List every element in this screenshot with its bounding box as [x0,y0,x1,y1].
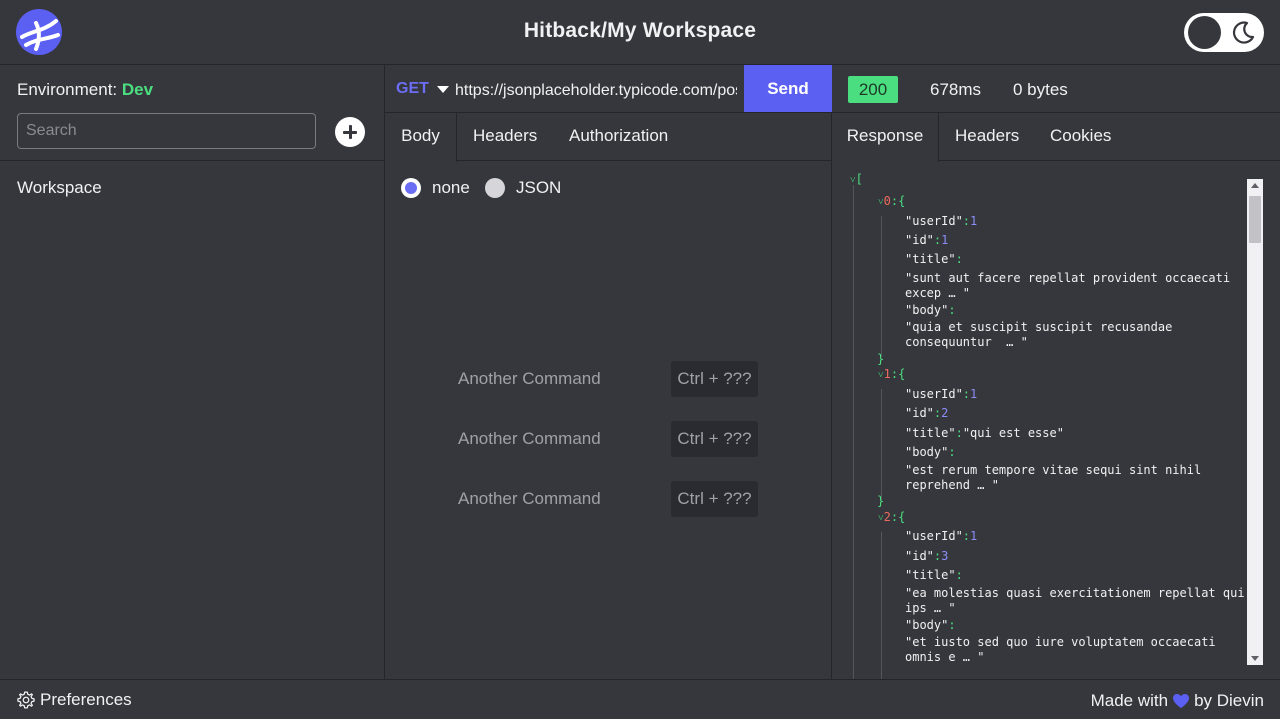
status-badge: 200 [848,76,898,103]
radio-unselected-icon[interactable] [485,178,505,198]
json-line: "id":3 [905,549,949,563]
tree-guide [881,389,882,500]
search-input[interactable] [17,113,316,149]
json-line: "userId":1 [905,387,978,401]
tab-response[interactable]: Response [832,113,939,162]
json-line: "title":"qui est esse" [905,426,1064,440]
request-panel: GET Send Body Headers Authorization none… [385,65,832,679]
json-line: excep … " [905,286,971,300]
shortcut-badge: Ctrl + ??? [671,481,758,517]
add-button[interactable] [335,117,365,147]
json-item-0-open[interactable]: ˅0:{ [878,193,905,210]
json-line: "ea molestias quasi exercitationem repel… [905,586,1245,600]
toggle-knob [1188,16,1221,49]
radio-selected-icon[interactable] [401,178,421,198]
scrollbar[interactable] [1247,179,1263,665]
tree-guide [881,532,882,679]
sidebar-item-workspace[interactable]: Workspace [17,178,102,198]
tab-response-headers[interactable]: Headers [955,113,1019,161]
json-line: "userId":1 [905,214,978,228]
shortcut-badge: Ctrl + ??? [671,361,758,397]
preferences-label: Preferences [40,690,132,709]
scroll-down-icon[interactable] [1251,656,1259,661]
json-line: consequuntur … " [905,335,1028,349]
json-line: "body": [905,445,956,459]
json-root-open[interactable]: ˅[ [850,171,863,188]
json-line: "title": [905,568,963,582]
json-viewer[interactable]: ˅[ ˅0:{ "userId":1 "id":1 "title": "sunt… [832,161,1280,679]
scroll-up-icon[interactable] [1251,183,1259,188]
credits-prefix: Made with [1090,691,1169,710]
environment-label: Environment: [17,80,118,99]
json-item-2-open[interactable]: ˅2:{ [878,509,905,526]
json-line: "body": [905,303,956,317]
json-line: } [877,494,885,508]
json-line: "userId":1 [905,529,978,543]
json-line: "body": [905,618,956,632]
radio-label: JSON [516,178,562,197]
moon-icon [1232,21,1255,44]
shortcut-badge: Ctrl + ??? [671,421,758,457]
json-line: reprehend … " [905,478,999,492]
chevron-down-icon[interactable] [437,86,449,93]
credits: Made with by Dievin [1091,691,1264,711]
body-type-json[interactable]: JSON [485,177,561,199]
command-label: Another Command [458,489,601,508]
url-input[interactable] [455,75,737,103]
tab-headers[interactable]: Headers [473,113,537,161]
divider [0,160,385,161]
preferences-button[interactable]: Preferences [16,690,132,710]
json-line: "id":2 [905,406,949,420]
tree-guide [853,185,854,679]
json-line: "id":1 [905,233,949,247]
request-tabs: Body Headers Authorization [385,112,831,162]
theme-toggle[interactable] [1184,13,1264,52]
tab-cookies[interactable]: Cookies [1050,113,1111,161]
tree-guide [881,216,882,357]
page-title: Hitback/My Workspace [523,19,757,42]
sidebar: Environment: Dev Workspace [0,65,385,679]
response-size: 0 bytes [1013,80,1068,99]
scroll-thumb[interactable] [1249,196,1261,243]
footer: Preferences Made with by Dievin [0,679,1280,719]
tab-body[interactable]: Body [385,113,457,162]
gear-icon [17,691,35,709]
body-type-none[interactable]: none [401,177,470,199]
json-line: ips … " [905,601,956,615]
command-hint: Another Command Ctrl + ??? [458,421,758,457]
json-item-1-open[interactable]: ˅1:{ [878,366,905,383]
app-window: Hitback/My Workspace Environment: Dev Wo… [0,0,1280,719]
response-panel: 200 678ms 0 bytes Response Headers Cooki… [832,65,1280,679]
environment-line[interactable]: Environment: Dev [17,80,153,100]
credits-suffix: by Dievin [1194,691,1264,710]
command-hint: Another Command Ctrl + ??? [458,481,758,517]
response-tabs: Response Headers Cookies [832,112,1280,162]
json-line: "title": [905,252,963,266]
heart-icon [1173,694,1190,708]
json-line: omnis e … " [905,650,985,664]
command-hint: Another Command Ctrl + ??? [458,361,758,397]
tab-authorization[interactable]: Authorization [569,113,668,161]
method-select[interactable]: GET [396,80,429,98]
radio-label: none [432,178,470,197]
command-label: Another Command [458,369,601,388]
environment-value: Dev [121,80,154,99]
command-label: Another Command [458,429,601,448]
response-time: 678ms [930,80,982,99]
send-button[interactable]: Send [744,65,832,112]
top-bar: Hitback/My Workspace [0,0,1280,65]
